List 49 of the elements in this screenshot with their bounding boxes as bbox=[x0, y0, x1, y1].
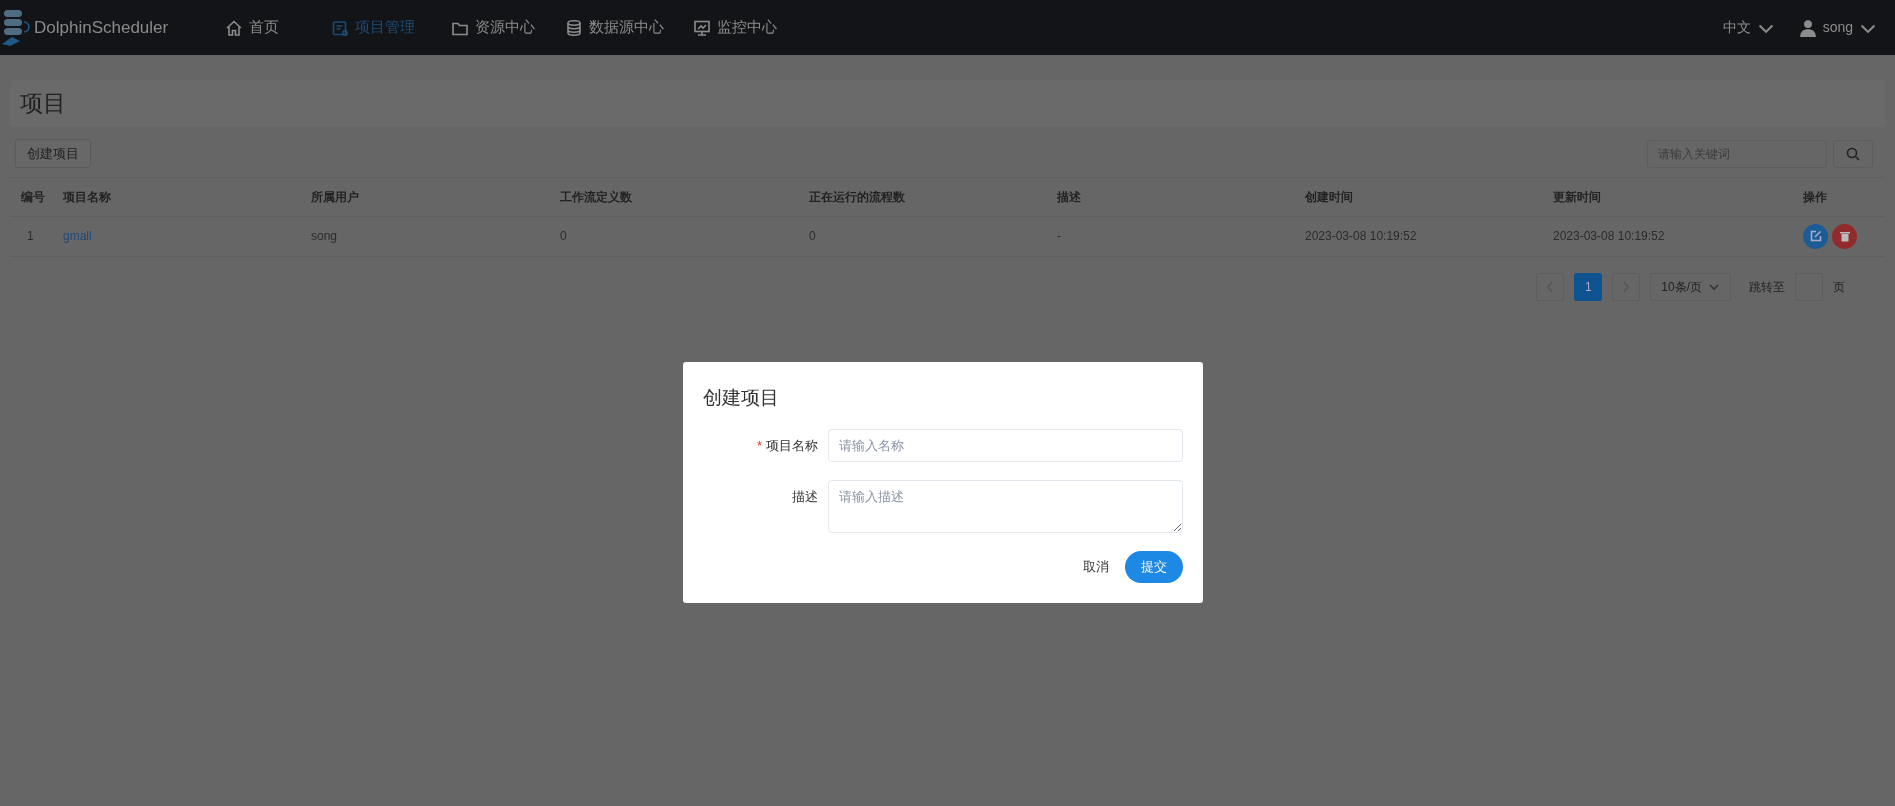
column-header: 编号 bbox=[21, 188, 46, 206]
table-cell: 0 bbox=[560, 229, 567, 243]
required-asterisk: * bbox=[756, 437, 762, 453]
nav-item[interactable]: 首页 bbox=[225, 16, 331, 39]
column-header: 操作 bbox=[1803, 188, 1828, 206]
field-label: 项目名称 bbox=[766, 437, 818, 453]
table-cell: 2023-03-08 10:19:52 bbox=[1305, 229, 1417, 243]
page-unit-label: 页 bbox=[1833, 278, 1845, 296]
nav-item[interactable]: 资源中心 bbox=[451, 16, 565, 39]
edit-button[interactable] bbox=[1803, 223, 1828, 249]
table-cell: 0 bbox=[809, 229, 816, 243]
search-icon bbox=[1846, 146, 1860, 161]
home-icon bbox=[225, 18, 243, 37]
brand-name: DolphinScheduler bbox=[34, 16, 169, 39]
column-header: 更新时间 bbox=[1553, 188, 1602, 206]
edit-icon bbox=[1809, 230, 1822, 242]
trash-icon bbox=[1838, 230, 1851, 242]
column-header: 正在运行的流程数 bbox=[809, 188, 906, 206]
field-label: 描述 bbox=[792, 489, 818, 504]
caret-icon bbox=[1708, 281, 1720, 292]
language-menu[interactable]: 中文 bbox=[1722, 17, 1775, 38]
table-cell: 1 bbox=[27, 229, 34, 243]
description-field[interactable]: 请输入描述 bbox=[828, 480, 1183, 533]
table-cell: 2023-03-08 10:19:52 bbox=[1553, 229, 1665, 243]
user-menu[interactable]: song bbox=[1798, 17, 1877, 38]
column-header: 描述 bbox=[1057, 188, 1082, 206]
page-button[interactable]: 1 bbox=[1574, 272, 1603, 301]
table-cell: song bbox=[311, 229, 338, 243]
jump-label: 跳转至 bbox=[1749, 278, 1785, 296]
page-size-select[interactable]: 10条/页 bbox=[1650, 272, 1731, 301]
column-header: 创建时间 bbox=[1305, 188, 1354, 206]
page-title: 项目 bbox=[10, 80, 1885, 127]
nav-item[interactable]: 数据源中心 bbox=[565, 16, 693, 39]
column-header: 所属用户 bbox=[311, 188, 360, 206]
column-header: 工作流定义数 bbox=[560, 188, 633, 206]
user-icon bbox=[1798, 18, 1817, 37]
monitor-icon bbox=[693, 18, 711, 37]
nav-item[interactable]: 监控中心 bbox=[693, 16, 803, 39]
clipboard-icon bbox=[331, 18, 349, 37]
cancel-button[interactable]: 取消 bbox=[1075, 553, 1117, 581]
search-button[interactable] bbox=[1833, 139, 1873, 168]
database-icon bbox=[565, 18, 583, 37]
submit-button[interactable]: 提交 bbox=[1125, 551, 1183, 583]
name-field[interactable]: 请输入名称 bbox=[828, 428, 1183, 462]
column-header: 项目名称 bbox=[63, 188, 112, 206]
table-cell: - bbox=[1057, 229, 1061, 243]
dialog-title: 创建项目 bbox=[703, 386, 780, 410]
delete-button[interactable] bbox=[1832, 223, 1857, 249]
create-project-button[interactable]: 创建项目 bbox=[15, 138, 91, 169]
